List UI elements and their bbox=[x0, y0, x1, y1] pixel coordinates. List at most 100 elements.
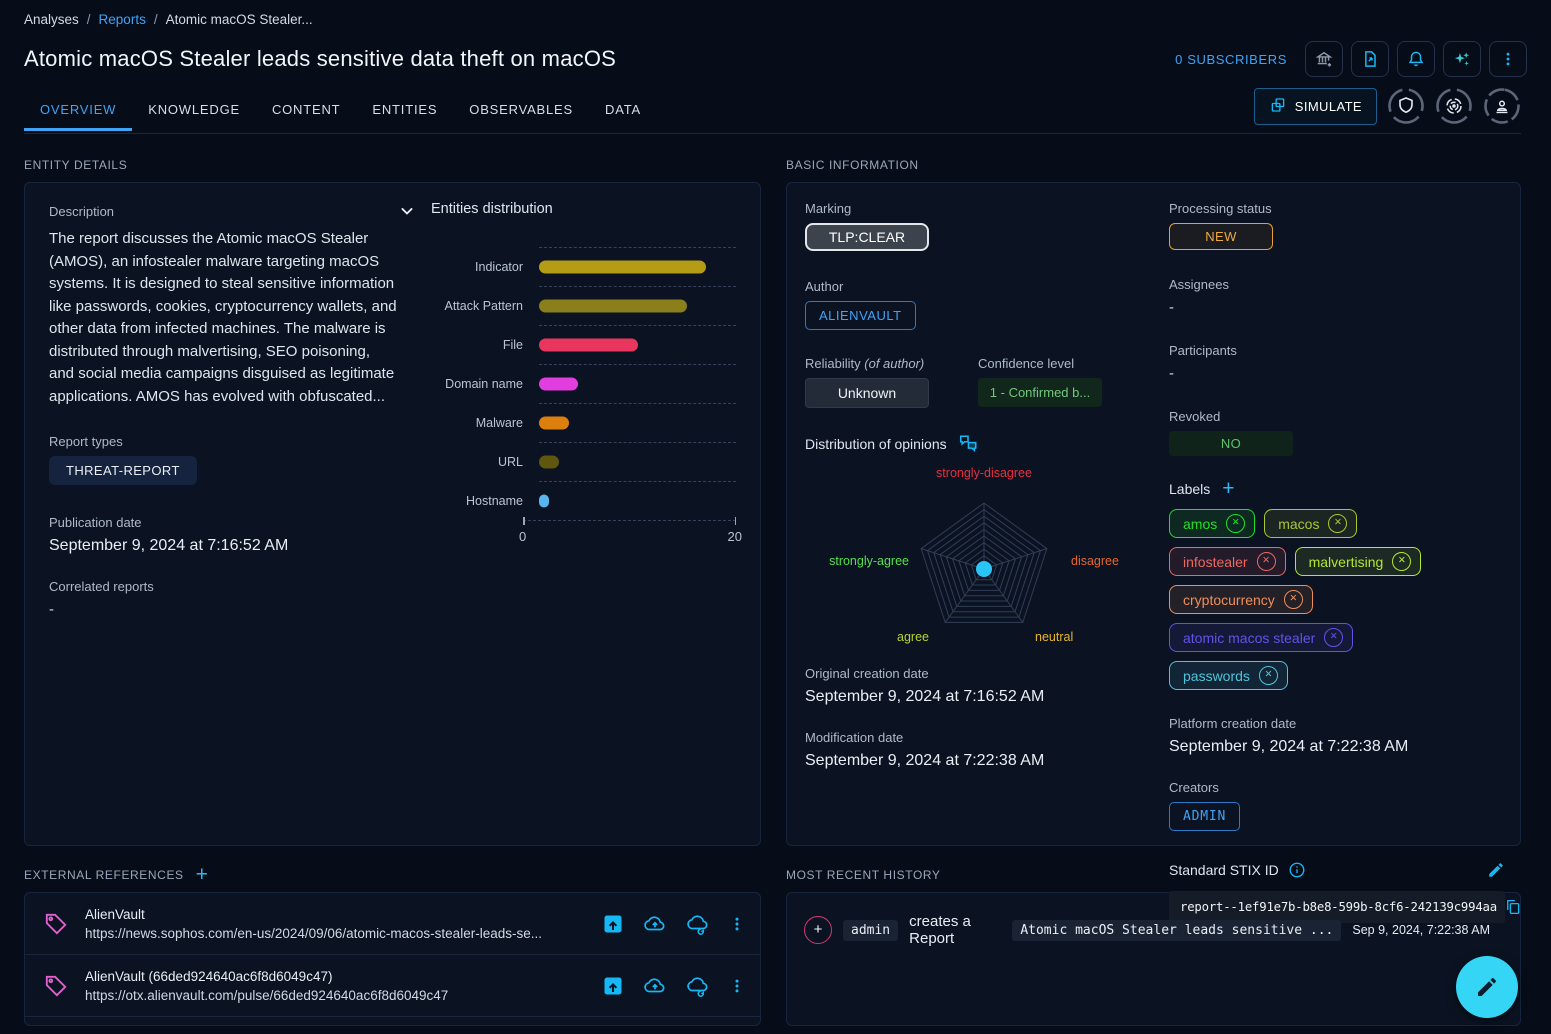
remove-label-icon[interactable]: ✕ bbox=[1257, 552, 1276, 571]
file-export-icon bbox=[1360, 49, 1380, 69]
simulate-label: SIMULATE bbox=[1295, 99, 1362, 114]
dist-bar[interactable] bbox=[539, 339, 638, 352]
detection-gauge[interactable] bbox=[1435, 87, 1473, 125]
participants-value: - bbox=[1169, 365, 1505, 382]
remove-label-icon[interactable]: ✕ bbox=[1284, 590, 1303, 609]
cloud-upload-icon[interactable] bbox=[642, 974, 668, 998]
dist-bar[interactable] bbox=[539, 300, 687, 313]
tab-overview[interactable]: OVERVIEW bbox=[24, 90, 132, 130]
enroll-playbook-button[interactable] bbox=[1305, 41, 1343, 77]
dist-x-axis: 0 20 bbox=[431, 520, 736, 546]
reference-url: https://news.sophos.com/en-us/2024/09/06… bbox=[85, 926, 585, 941]
subscribers-count[interactable]: 0 SUBSCRIBERS bbox=[1175, 52, 1287, 67]
dist-bar[interactable] bbox=[539, 495, 549, 508]
breadcrumb-current: Atomic macOS Stealer... bbox=[166, 12, 313, 27]
tab-content[interactable]: CONTENT bbox=[256, 90, 356, 130]
confidence-level-chip[interactable]: 1 - Confirmed b... bbox=[978, 378, 1102, 407]
cloud-sync-icon[interactable] bbox=[685, 974, 711, 998]
reliability-chip: Unknown bbox=[805, 378, 929, 408]
remove-label-icon[interactable]: ✕ bbox=[1392, 552, 1411, 571]
reference-more-options-icon[interactable] bbox=[728, 914, 746, 934]
simulate-button[interactable]: SIMULATE bbox=[1254, 88, 1377, 125]
label-chip-cryptocurrency[interactable]: cryptocurrency✕ bbox=[1169, 585, 1313, 614]
shield-icon bbox=[1400, 98, 1412, 112]
dist-bar[interactable] bbox=[539, 378, 578, 391]
label-chip-infostealer[interactable]: infostealer✕ bbox=[1169, 547, 1286, 576]
dist-row: Domain name bbox=[431, 364, 736, 403]
author-chip[interactable]: ALIENVAULT bbox=[805, 301, 916, 330]
security-posture-gauge[interactable] bbox=[1387, 87, 1425, 125]
breadcrumb-reports-link[interactable]: Reports bbox=[99, 12, 146, 27]
tab-entities[interactable]: ENTITIES bbox=[356, 90, 453, 130]
page-title: Atomic macOS Stealer leads sensitive dat… bbox=[24, 46, 1175, 72]
export-button[interactable] bbox=[1351, 41, 1389, 77]
axis-max-label: 20 bbox=[728, 529, 742, 544]
processing-status-chip[interactable]: NEW bbox=[1169, 223, 1273, 250]
tab-knowledge[interactable]: KNOWLEDGE bbox=[132, 90, 256, 130]
radar-center-marker bbox=[976, 561, 992, 577]
correlated-reports-label: Correlated reports bbox=[49, 579, 417, 594]
dist-row: Hostname bbox=[431, 481, 736, 520]
stix-id-value: report--1ef91e7b-b8e8-599b-8cf6-242139c9… bbox=[1180, 900, 1497, 914]
description-label: Description bbox=[49, 204, 114, 219]
external-references-section-label: EXTERNAL REFERENCES + bbox=[24, 868, 761, 882]
dist-bar[interactable] bbox=[539, 456, 559, 469]
add-label-button[interactable]: + bbox=[1222, 482, 1234, 496]
original-creation-date-value: September 9, 2024 at 7:16:52 AM bbox=[805, 688, 1169, 706]
tab-data[interactable]: DATA bbox=[589, 90, 657, 130]
ai-assistant-button[interactable] bbox=[1443, 41, 1481, 77]
cloud-sync-icon[interactable] bbox=[685, 912, 711, 936]
open-link-icon[interactable] bbox=[601, 912, 625, 936]
creator-chip[interactable]: ADMIN bbox=[1169, 802, 1240, 831]
marking-chip[interactable]: TLP:CLEAR bbox=[805, 223, 929, 251]
opinions-feedback-icon[interactable] bbox=[957, 434, 979, 454]
edit-fab-button[interactable] bbox=[1456, 956, 1518, 1018]
reference-name: AlienVault (66ded924640ac6f8d6049c47) bbox=[85, 969, 585, 984]
stix-id-label: Standard STIX ID bbox=[1169, 862, 1279, 878]
entities-distribution-chart: IndicatorAttack PatternFileDomain nameMa… bbox=[431, 247, 736, 520]
label-chip-atomic-macos-stealer[interactable]: atomic macos stealer✕ bbox=[1169, 623, 1353, 652]
description-text: The report discusses the Atomic macOS St… bbox=[49, 228, 397, 408]
assignees-label: Assignees bbox=[1169, 277, 1505, 292]
cloud-upload-icon[interactable] bbox=[642, 912, 668, 936]
edit-stix-id-icon[interactable] bbox=[1487, 861, 1505, 879]
remove-label-icon[interactable]: ✕ bbox=[1259, 666, 1278, 685]
victimology-gauge[interactable] bbox=[1483, 87, 1521, 125]
top-bar: Analyses / Reports / Atomic macOS Steale… bbox=[0, 0, 1551, 77]
breadcrumb-analyses[interactable]: Analyses bbox=[24, 12, 79, 27]
bell-icon bbox=[1406, 49, 1426, 69]
basic-right-column: Processing status NEW Assignees - Partic… bbox=[1169, 201, 1505, 923]
sparkles-icon bbox=[1452, 49, 1472, 69]
dist-bar[interactable] bbox=[539, 417, 569, 430]
tab-observables[interactable]: OBSERVABLES bbox=[453, 90, 589, 130]
assignees-value: - bbox=[1169, 299, 1505, 316]
label-text: amos bbox=[1183, 516, 1217, 532]
dist-bar[interactable] bbox=[539, 261, 706, 274]
more-options-button[interactable] bbox=[1489, 41, 1527, 77]
label-chip-malvertising[interactable]: malvertising✕ bbox=[1295, 547, 1422, 576]
kebab-menu-icon bbox=[1499, 50, 1517, 68]
label-chip-macos[interactable]: macos✕ bbox=[1264, 509, 1357, 538]
chevron-down-icon[interactable] bbox=[397, 201, 417, 221]
basic-information-section-label: BASIC INFORMATION bbox=[786, 158, 1521, 172]
report-type-chip[interactable]: THREAT-REPORT bbox=[49, 456, 197, 485]
open-link-icon[interactable] bbox=[601, 974, 625, 998]
dist-track bbox=[539, 442, 736, 481]
publication-date-value: September 9, 2024 at 7:16:52 AM bbox=[49, 537, 417, 555]
remove-label-icon[interactable]: ✕ bbox=[1226, 514, 1245, 533]
add-external-reference-button[interactable]: + bbox=[196, 868, 209, 882]
left-column: ENTITY DETAILS Description The report di… bbox=[24, 154, 761, 1026]
copy-icon[interactable] bbox=[1504, 898, 1522, 916]
dist-track bbox=[539, 364, 736, 403]
confidence-level-label: Confidence level bbox=[978, 356, 1169, 371]
dist-row: Indicator bbox=[431, 247, 736, 286]
info-icon[interactable] bbox=[1288, 861, 1306, 879]
notifications-button[interactable] bbox=[1397, 41, 1435, 77]
label-chip-amos[interactable]: amos ✕ bbox=[1169, 509, 1255, 538]
modification-date-label: Modification date bbox=[805, 730, 1169, 745]
reference-more-options-icon[interactable] bbox=[728, 976, 746, 996]
remove-label-icon[interactable]: ✕ bbox=[1328, 514, 1347, 533]
label-chip-passwords[interactable]: passwords✕ bbox=[1169, 661, 1288, 690]
basic-left-column: Marking TLP:CLEAR Author ALIENVAULT Reli… bbox=[805, 201, 1169, 923]
remove-label-icon[interactable]: ✕ bbox=[1324, 628, 1343, 647]
